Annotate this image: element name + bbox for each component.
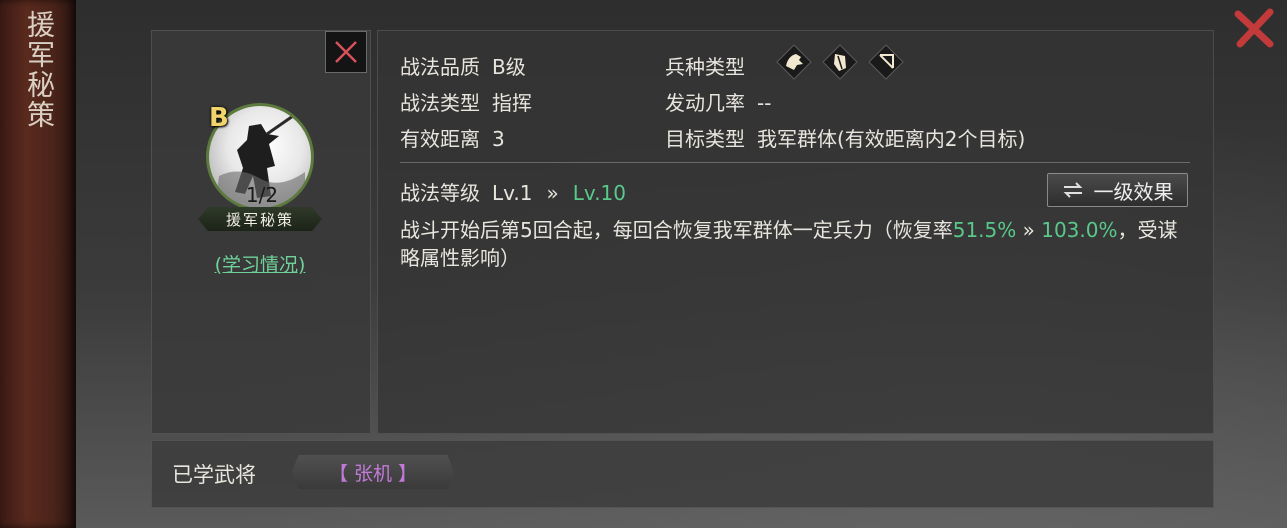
swap-icon — [1063, 182, 1082, 198]
rate-max: 103.0% — [1041, 218, 1118, 242]
level-max: Lv.10 — [572, 181, 626, 205]
range-value: 3 — [492, 127, 505, 151]
type-row: 战法类型 指挥 — [400, 87, 532, 116]
learned-count: 1/2 — [245, 183, 279, 207]
x-icon — [335, 41, 357, 63]
level-label: 战法等级 — [400, 181, 480, 205]
quality-row: 战法品质 B级 — [400, 51, 526, 80]
level-current: Lv.1 — [492, 181, 533, 205]
side-title-strip: 援军秘策 — [0, 0, 76, 528]
quality-value: B级 — [492, 55, 526, 79]
trigger-row: 发动几率 -- — [665, 87, 771, 116]
tactic-card-panel — [151, 30, 371, 434]
learned-generals-label: 已学武将 — [172, 463, 256, 487]
cavalry-icon — [776, 44, 812, 80]
unit-icons — [776, 44, 904, 80]
shield-icon — [822, 44, 858, 80]
type-label: 战法类型 — [400, 91, 480, 115]
rate-arrow: » — [1016, 218, 1042, 242]
range-label: 有效距离 — [400, 127, 480, 151]
bow-icon — [868, 44, 904, 80]
target-row: 目标类型 我军群体(有效距离内2个目标) — [665, 123, 1025, 152]
effect-toggle-button[interactable]: 一级效果 — [1047, 173, 1188, 207]
quality-label: 战法品质 — [400, 55, 480, 79]
unit-row: 兵种类型 — [665, 51, 745, 80]
rate-min: 51.5% — [952, 218, 1017, 242]
close-icon[interactable] — [1232, 6, 1276, 50]
grade-badge: B — [209, 103, 229, 133]
tactic-description: 战斗开始后第5回合起，每回合恢复我军群体一定兵力（恢复率51.5% » 103.… — [400, 216, 1190, 272]
description-prefix: 战斗开始后第5回合起，每回合恢复我军群体一定兵力（恢复率 — [400, 218, 953, 242]
tactic-name-plate: 援军秘策 — [198, 207, 322, 231]
trigger-value: -- — [757, 91, 772, 115]
level-row: 战法等级 Lv.1 » Lv.10 — [400, 177, 626, 206]
type-value: 指挥 — [492, 91, 532, 115]
trigger-label: 发动几率 — [665, 91, 745, 115]
level-arrow: » — [546, 181, 559, 205]
general-chip-zhangji[interactable]: 【 张机 】 — [292, 455, 454, 489]
remove-tactic-button[interactable] — [325, 31, 367, 73]
effect-button-label: 一级效果 — [1093, 179, 1174, 204]
vertical-tactic-title: 援军秘策 — [23, 10, 56, 130]
section-divider — [400, 162, 1190, 163]
target-label: 目标类型 — [665, 127, 745, 151]
target-value: 我军群体(有效距离内2个目标) — [757, 127, 1026, 151]
range-row: 有效距离 3 — [400, 123, 505, 152]
learn-status-link[interactable]: (学习情况) — [151, 250, 369, 277]
unit-label: 兵种类型 — [665, 55, 745, 79]
general-name: 【 张机 】 — [328, 462, 418, 485]
